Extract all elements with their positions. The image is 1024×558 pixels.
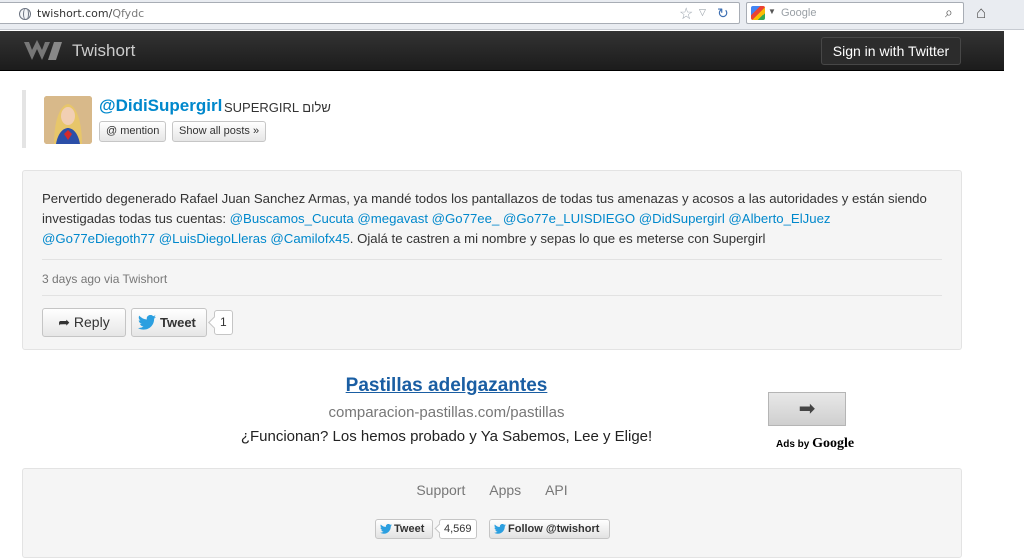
profile-username[interactable]: @DidiSupergirl [99,96,222,116]
twitter-bird-icon [494,524,506,534]
show-all-posts-button[interactable]: Show all posts » [172,121,267,142]
footer-tweet-label: Tweet [394,523,425,535]
tweet-meta: 3 days ago via Twishort [42,272,168,286]
tweet-button[interactable]: Tweet [131,308,207,337]
mention-link[interactable]: @Buscamos_Cucuta [230,211,354,226]
mention-link[interactable]: @Go77ee_ [432,211,500,226]
follow-label: Follow @twishort [508,523,600,535]
site-footer: Support Apps API Tweet 4,569 Follow @twi… [22,468,962,558]
url-dropdown-icon[interactable]: ▽ [699,7,706,18]
mention-link[interactable]: @Alberto_ElJuez [728,211,830,226]
footer-links: Support Apps API [23,482,961,498]
url-text: twishort.com/Qfydc [37,7,144,20]
ad-description[interactable]: ¿Funcionan? Los hemos probado y Ya Sabem… [0,428,893,445]
twitter-bird-icon [138,315,156,330]
footer-tweet-count[interactable]: 4,569 [439,519,477,539]
mention-link[interactable]: @Camilofx45 [270,231,349,246]
bookmark-star-icon[interactable]: ☆ [679,4,693,24]
google-label: Google [812,436,855,451]
mention-button[interactable]: @ mention [99,121,167,142]
search-icon[interactable]: ⌕ [945,4,953,21]
address-bar[interactable]: twishort.com/Qfydc ☆ ▽ ↻ [0,2,740,24]
sign-in-button[interactable]: Sign in with Twitter [821,37,961,65]
search-bar[interactable]: ▼ Google ⌕ [746,2,964,24]
tweet-text-end: . Ojalá te castren a mi nombre y sepas l… [349,231,766,246]
profile-header: @DidiSupergirl SUPERGIRL שלום @ mention … [22,90,422,148]
mention-link[interactable]: @LuisDiegoLleras [159,231,267,246]
tweet-text: Pervertido degenerado Rafael Juan Sanche… [42,189,942,249]
avatar[interactable] [44,96,92,144]
footer-tweet-button[interactable]: Tweet [375,519,433,539]
ads-by-google[interactable]: Ads by Google [776,436,854,452]
ad-title-link[interactable]: Pastillas adelgazantes [0,375,893,397]
divider [42,259,942,260]
google-engine-icon[interactable] [751,6,765,20]
reload-icon[interactable]: ↻ [717,5,729,22]
footer-link-api[interactable]: API [545,482,568,498]
home-icon[interactable]: ⌂ [976,3,986,23]
divider [42,295,942,296]
mention-link[interactable]: @DidSupergirl [639,211,725,226]
reply-button[interactable]: ➦ Reply [42,308,126,337]
tweet-card: Pervertido degenerado Rafael Juan Sanche… [22,170,962,350]
mention-link[interactable]: @Go77e_LUISDIEGO [503,211,635,226]
browser-toolbar: twishort.com/Qfydc ☆ ▽ ↻ ▼ Google ⌕ ⌂ [0,0,1024,30]
brand-name[interactable]: Twishort [72,41,135,61]
ad-url[interactable]: comparacion-pastillas.com/pastillas [0,404,893,421]
search-placeholder: Google [781,7,817,19]
reply-arrow-icon: ➦ [58,314,71,330]
url-path: Qfydc [112,7,145,20]
reply-label: Reply [73,314,110,330]
tweet-count-badge[interactable]: 1 [214,310,233,335]
mention-link[interactable]: @megavast [357,211,428,226]
twishort-logo-icon[interactable] [24,40,62,62]
mention-link[interactable]: @Go77eDiegoth77 [42,231,155,246]
url-host: twishort.com/ [37,7,113,20]
profile-realname: SUPERGIRL שלום [224,100,331,115]
globe-icon [19,8,31,20]
ads-by-label: Ads by [776,439,810,450]
follow-button[interactable]: Follow @twishort [489,519,610,539]
engine-dropdown-icon[interactable]: ▼ [768,7,776,16]
ad-arrow-button[interactable]: ➡ [768,392,846,426]
footer-link-support[interactable]: Support [416,482,465,498]
twitter-bird-icon [380,524,392,534]
site-topbar: Twishort Sign in with Twitter [0,31,1004,71]
footer-link-apps[interactable]: Apps [489,482,521,498]
tweet-label: Tweet [160,315,196,330]
